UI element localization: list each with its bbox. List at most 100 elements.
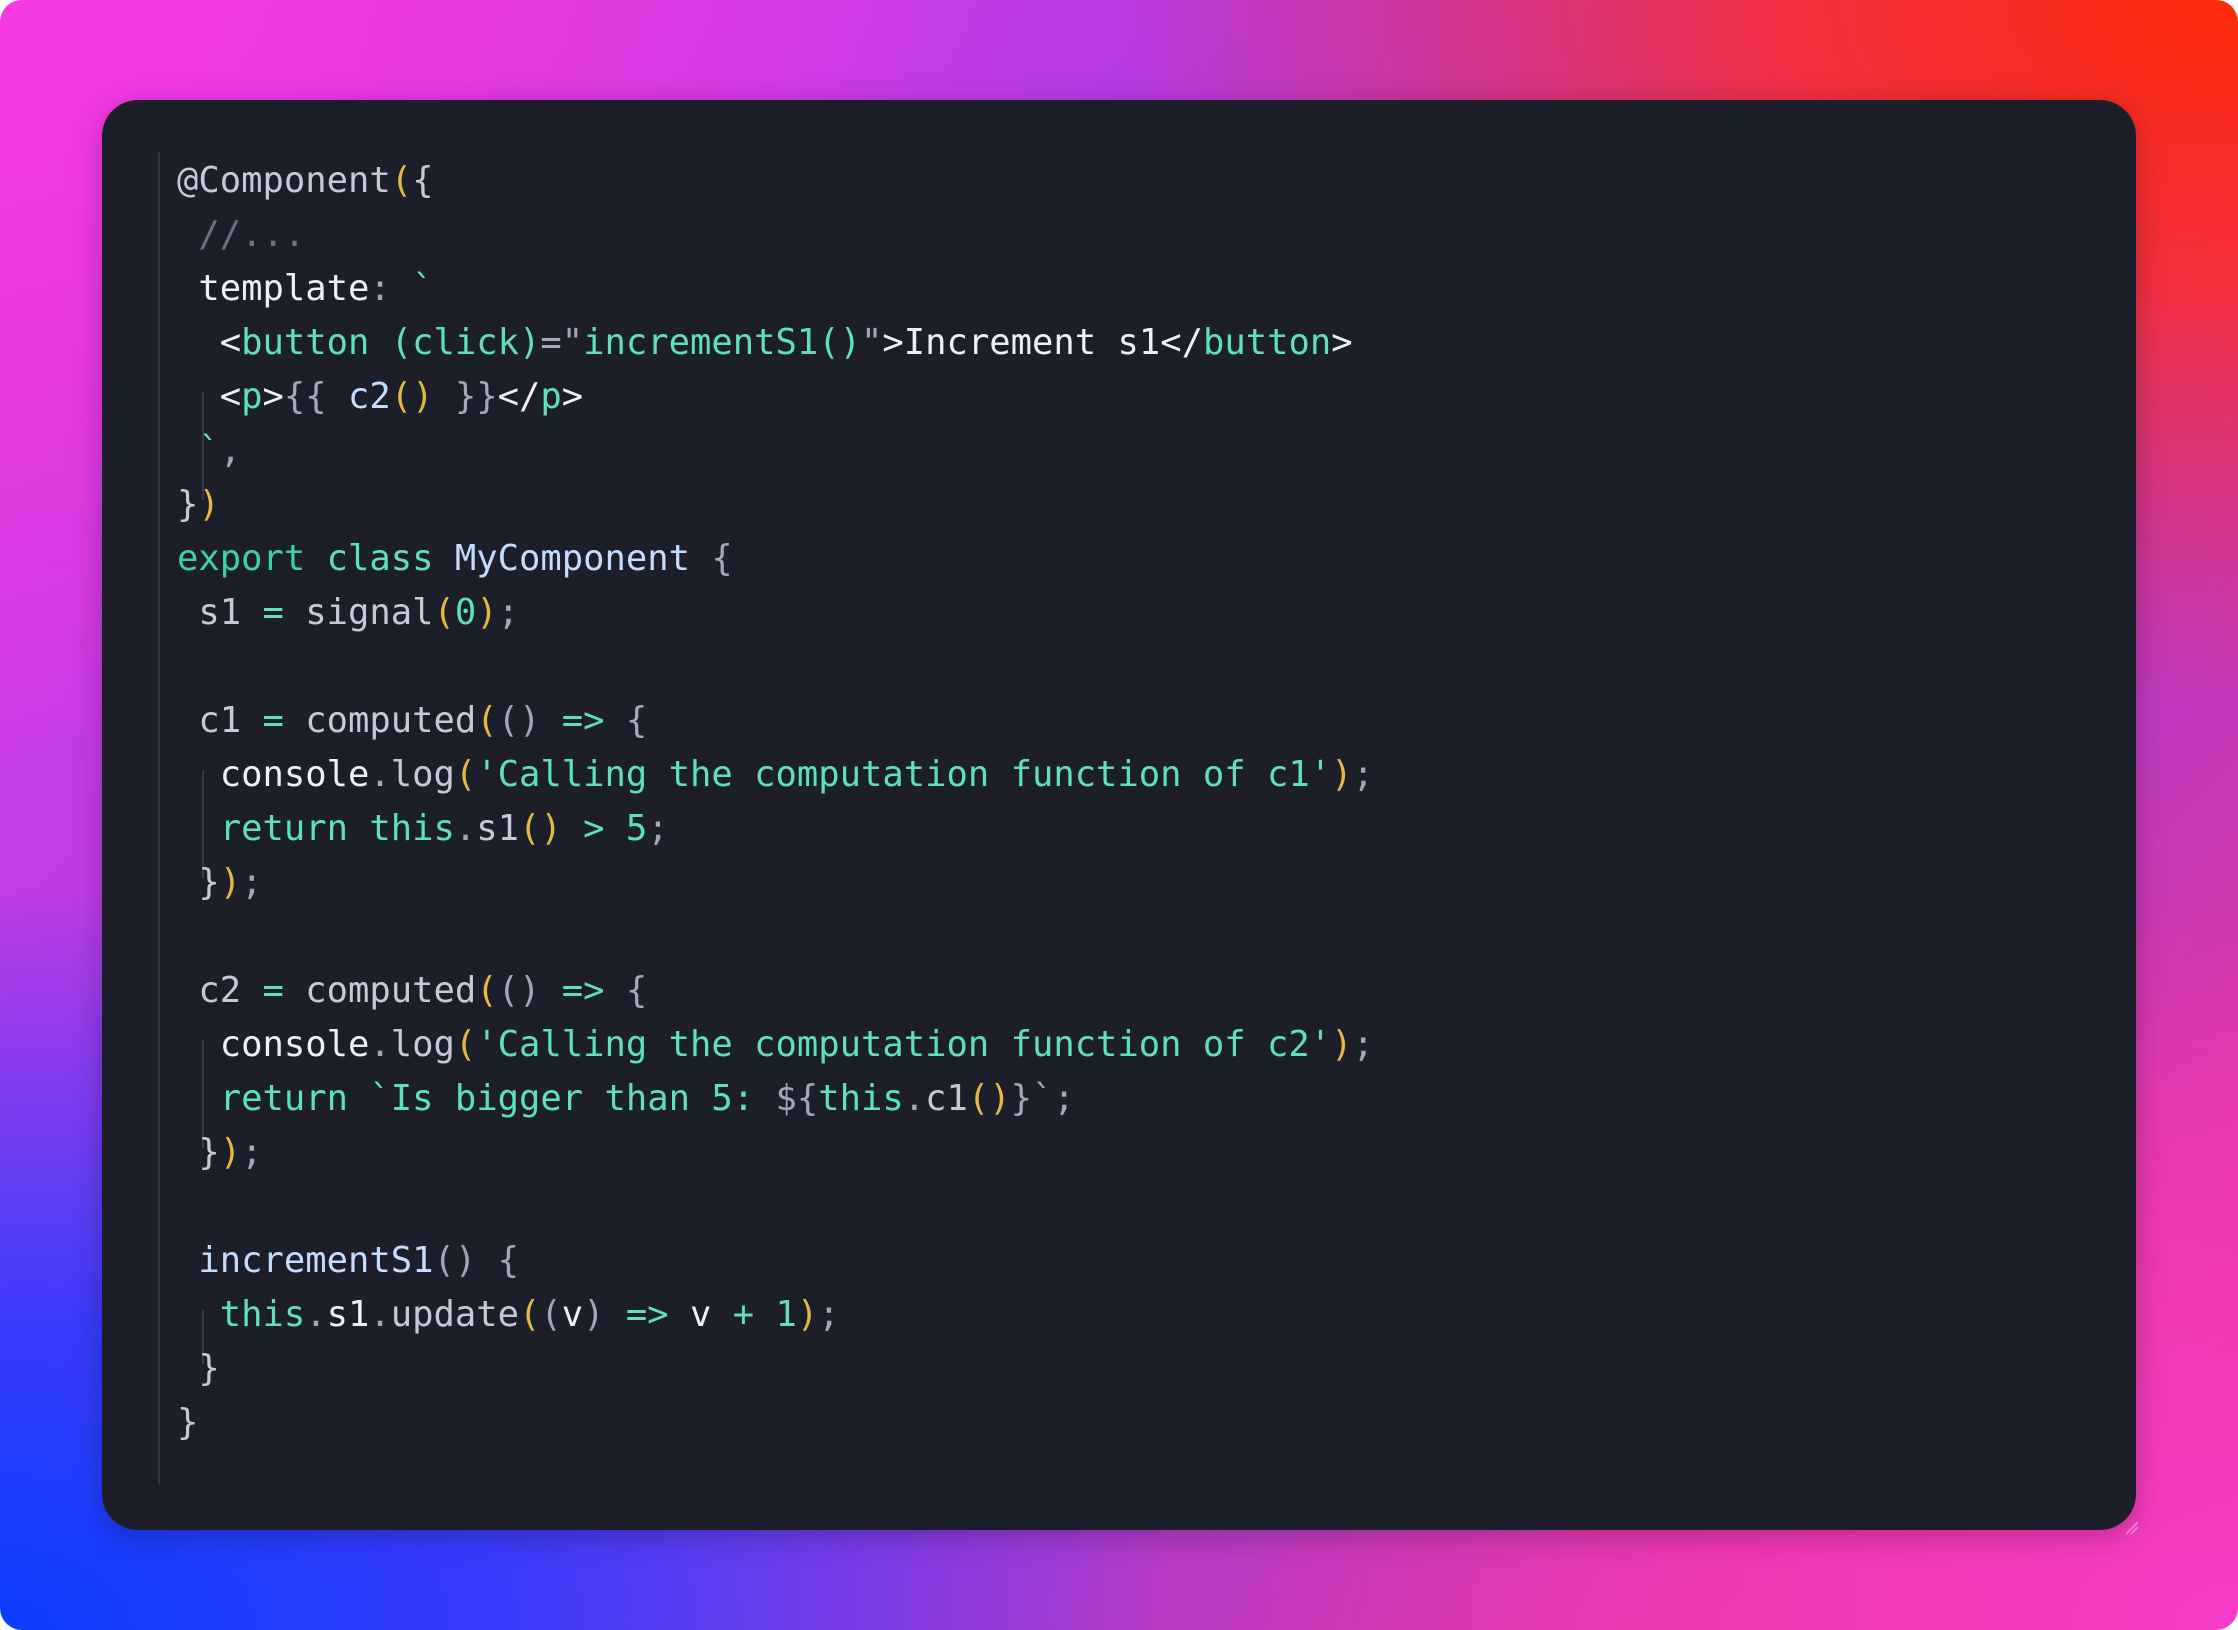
code-token: >: [561, 376, 584, 417]
code-token: this: [219, 1294, 306, 1335]
code-token: .: [369, 754, 391, 795]
code-token: //...: [198, 214, 306, 255]
code-token: ": [860, 322, 883, 363]
code-token: log: [390, 1024, 455, 1065]
code-line: <p>{{ c2() }}</p>: [177, 370, 1374, 424]
code-token: `: [198, 430, 220, 471]
code-token: ): [1331, 1024, 1353, 1065]
code-token: (): [497, 700, 562, 741]
code-token: ): [583, 1294, 626, 1335]
code-token: @Component: [177, 160, 391, 201]
code-token: ): [219, 1132, 242, 1173]
code-token: + 1: [732, 1294, 797, 1335]
code-line: console.log('Calling the computation fun…: [177, 1018, 1374, 1072]
code-token: {: [625, 700, 648, 741]
resize-handle-icon[interactable]: [2122, 1518, 2140, 1536]
code-token: ;: [1352, 1024, 1374, 1065]
code-token: 'Calling the computation function of c2': [476, 1024, 1332, 1065]
code-token: .: [369, 1294, 391, 1335]
code-line: //...: [177, 208, 1374, 262]
code-token: =>: [561, 700, 626, 741]
code-line: c2 = computed(() => {: [177, 964, 1374, 1018]
code-token: s1: [326, 1294, 370, 1335]
code-token: =: [262, 700, 306, 741]
code-token: >: [262, 376, 284, 417]
code-token: `: [412, 268, 434, 309]
code-token: >Increment s1</: [882, 322, 1203, 363]
code-line: return this.s1() > 5;: [177, 802, 1374, 856]
code-token: (click): [390, 322, 541, 363]
code-token: signal: [305, 592, 434, 633]
code-token: :: [369, 268, 413, 309]
code-line: export class MyComponent {: [177, 532, 1374, 586]
code-line: @Component({: [177, 154, 1374, 208]
code-token: c1: [925, 1078, 968, 1119]
code-token: ): [1331, 754, 1353, 795]
code-token: (): [518, 808, 562, 849]
code-token: }: [1010, 1078, 1032, 1119]
code-token: v: [690, 1294, 733, 1335]
code-token: 'Calling the computation function of c1': [476, 754, 1332, 795]
code-token: </: [497, 376, 541, 417]
code-token: log: [390, 754, 455, 795]
code-token: }: [177, 484, 199, 525]
code-token: p: [540, 376, 562, 417]
code-token: }: [177, 1402, 199, 1443]
code-token: `;: [1031, 1078, 1075, 1119]
code-token: <: [219, 322, 242, 363]
code-token: {: [625, 970, 648, 1011]
code-token: c2: [198, 970, 263, 1011]
code-token: computed: [305, 970, 477, 1011]
code-token: ;: [1352, 754, 1374, 795]
code-token: >: [1331, 322, 1353, 363]
code-token: ,: [219, 430, 242, 471]
code-token: (: [519, 1294, 541, 1335]
code-line: console.log('Calling the computation fun…: [177, 748, 1374, 802]
code-token: (: [433, 592, 455, 633]
code-token: ;: [241, 862, 263, 903]
code-token: export: [177, 538, 327, 579]
code-line: });: [177, 1126, 1374, 1180]
code-token: ): [219, 862, 242, 903]
code-token: }: [198, 862, 220, 903]
code-line: }): [177, 478, 1374, 532]
code-token: (: [454, 1024, 477, 1065]
code-token: c1: [198, 700, 263, 741]
code-token: <: [219, 376, 242, 417]
code-token: return this: [219, 808, 455, 849]
code-token: return `Is bigger than 5:: [219, 1078, 776, 1119]
code-token: ): [796, 1294, 819, 1335]
code-token: }: [198, 1132, 220, 1173]
code-token: button: [1202, 322, 1332, 363]
code-token: ;: [497, 592, 519, 633]
code-token: .: [369, 1024, 391, 1065]
code-token: MyComponent: [454, 538, 712, 579]
code-token: =>: [561, 970, 626, 1011]
code-token: computed: [305, 700, 477, 741]
code-token: > 5: [561, 808, 648, 849]
code-line: s1 = signal(0);: [177, 586, 1374, 640]
code-token: () {: [433, 1240, 519, 1281]
code-token: {{: [283, 376, 348, 417]
indent-guide: [158, 152, 160, 1484]
code-token: this: [818, 1078, 904, 1119]
code-line: `,: [177, 424, 1374, 478]
code-token: .: [305, 1294, 327, 1335]
code-token: =": [540, 322, 584, 363]
code-token: s1: [198, 592, 263, 633]
code-token: (): [497, 970, 562, 1011]
code-token: =>: [625, 1294, 690, 1335]
code-token: (: [540, 1294, 562, 1335]
code-token: ;: [241, 1132, 263, 1173]
code-line: });: [177, 856, 1374, 910]
